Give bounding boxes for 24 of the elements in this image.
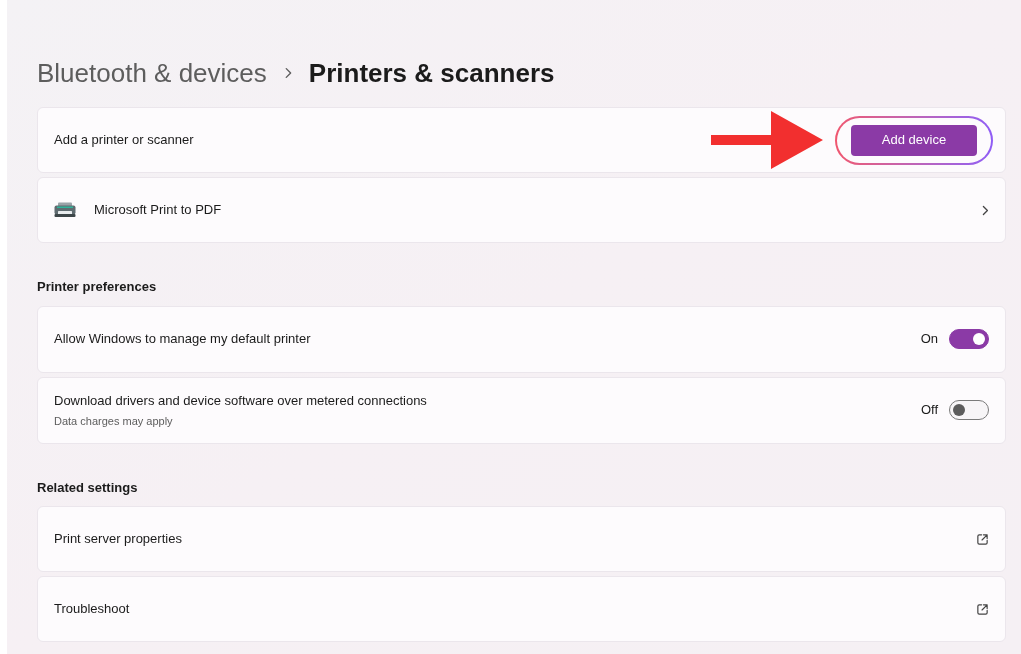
related-link-label: Print server properties	[54, 530, 182, 549]
add-printer-label: Add a printer or scanner	[54, 131, 194, 150]
section-heading: Printer preferences	[37, 278, 158, 296]
breadcrumb-link[interactable]: Bluetooth & devices	[37, 53, 267, 93]
printer-icon	[54, 202, 76, 218]
section-heading: Related settings	[37, 478, 139, 497]
chevron-right-icon	[981, 203, 989, 217]
related-link-row[interactable]: Troubleshoot	[37, 576, 1006, 642]
page-title: Printers & scanners	[308, 56, 555, 90]
external-link-icon	[976, 602, 989, 616]
toggle-switch[interactable]	[949, 329, 989, 349]
device-row[interactable]: Microsoft Print to PDF	[37, 177, 1006, 243]
add-device-button[interactable]: Add device	[851, 124, 977, 156]
setting-label: Allow Windows to manage my default printer	[54, 330, 311, 349]
setting-description: Data charges may apply	[54, 413, 174, 429]
related-link-label: Troubleshoot	[54, 600, 130, 619]
arrow-annotation-icon	[711, 111, 823, 169]
external-link-icon	[976, 532, 989, 546]
toggle-state-text: On	[920, 330, 938, 349]
related-link-row[interactable]: Print server properties	[37, 506, 1006, 572]
toggle-switch[interactable]	[949, 400, 989, 420]
toggle-state-text: Off	[920, 401, 938, 420]
setting-label: Download drivers and device software over metered connections	[54, 392, 427, 410]
device-name: Microsoft Print to PDF	[94, 201, 222, 220]
